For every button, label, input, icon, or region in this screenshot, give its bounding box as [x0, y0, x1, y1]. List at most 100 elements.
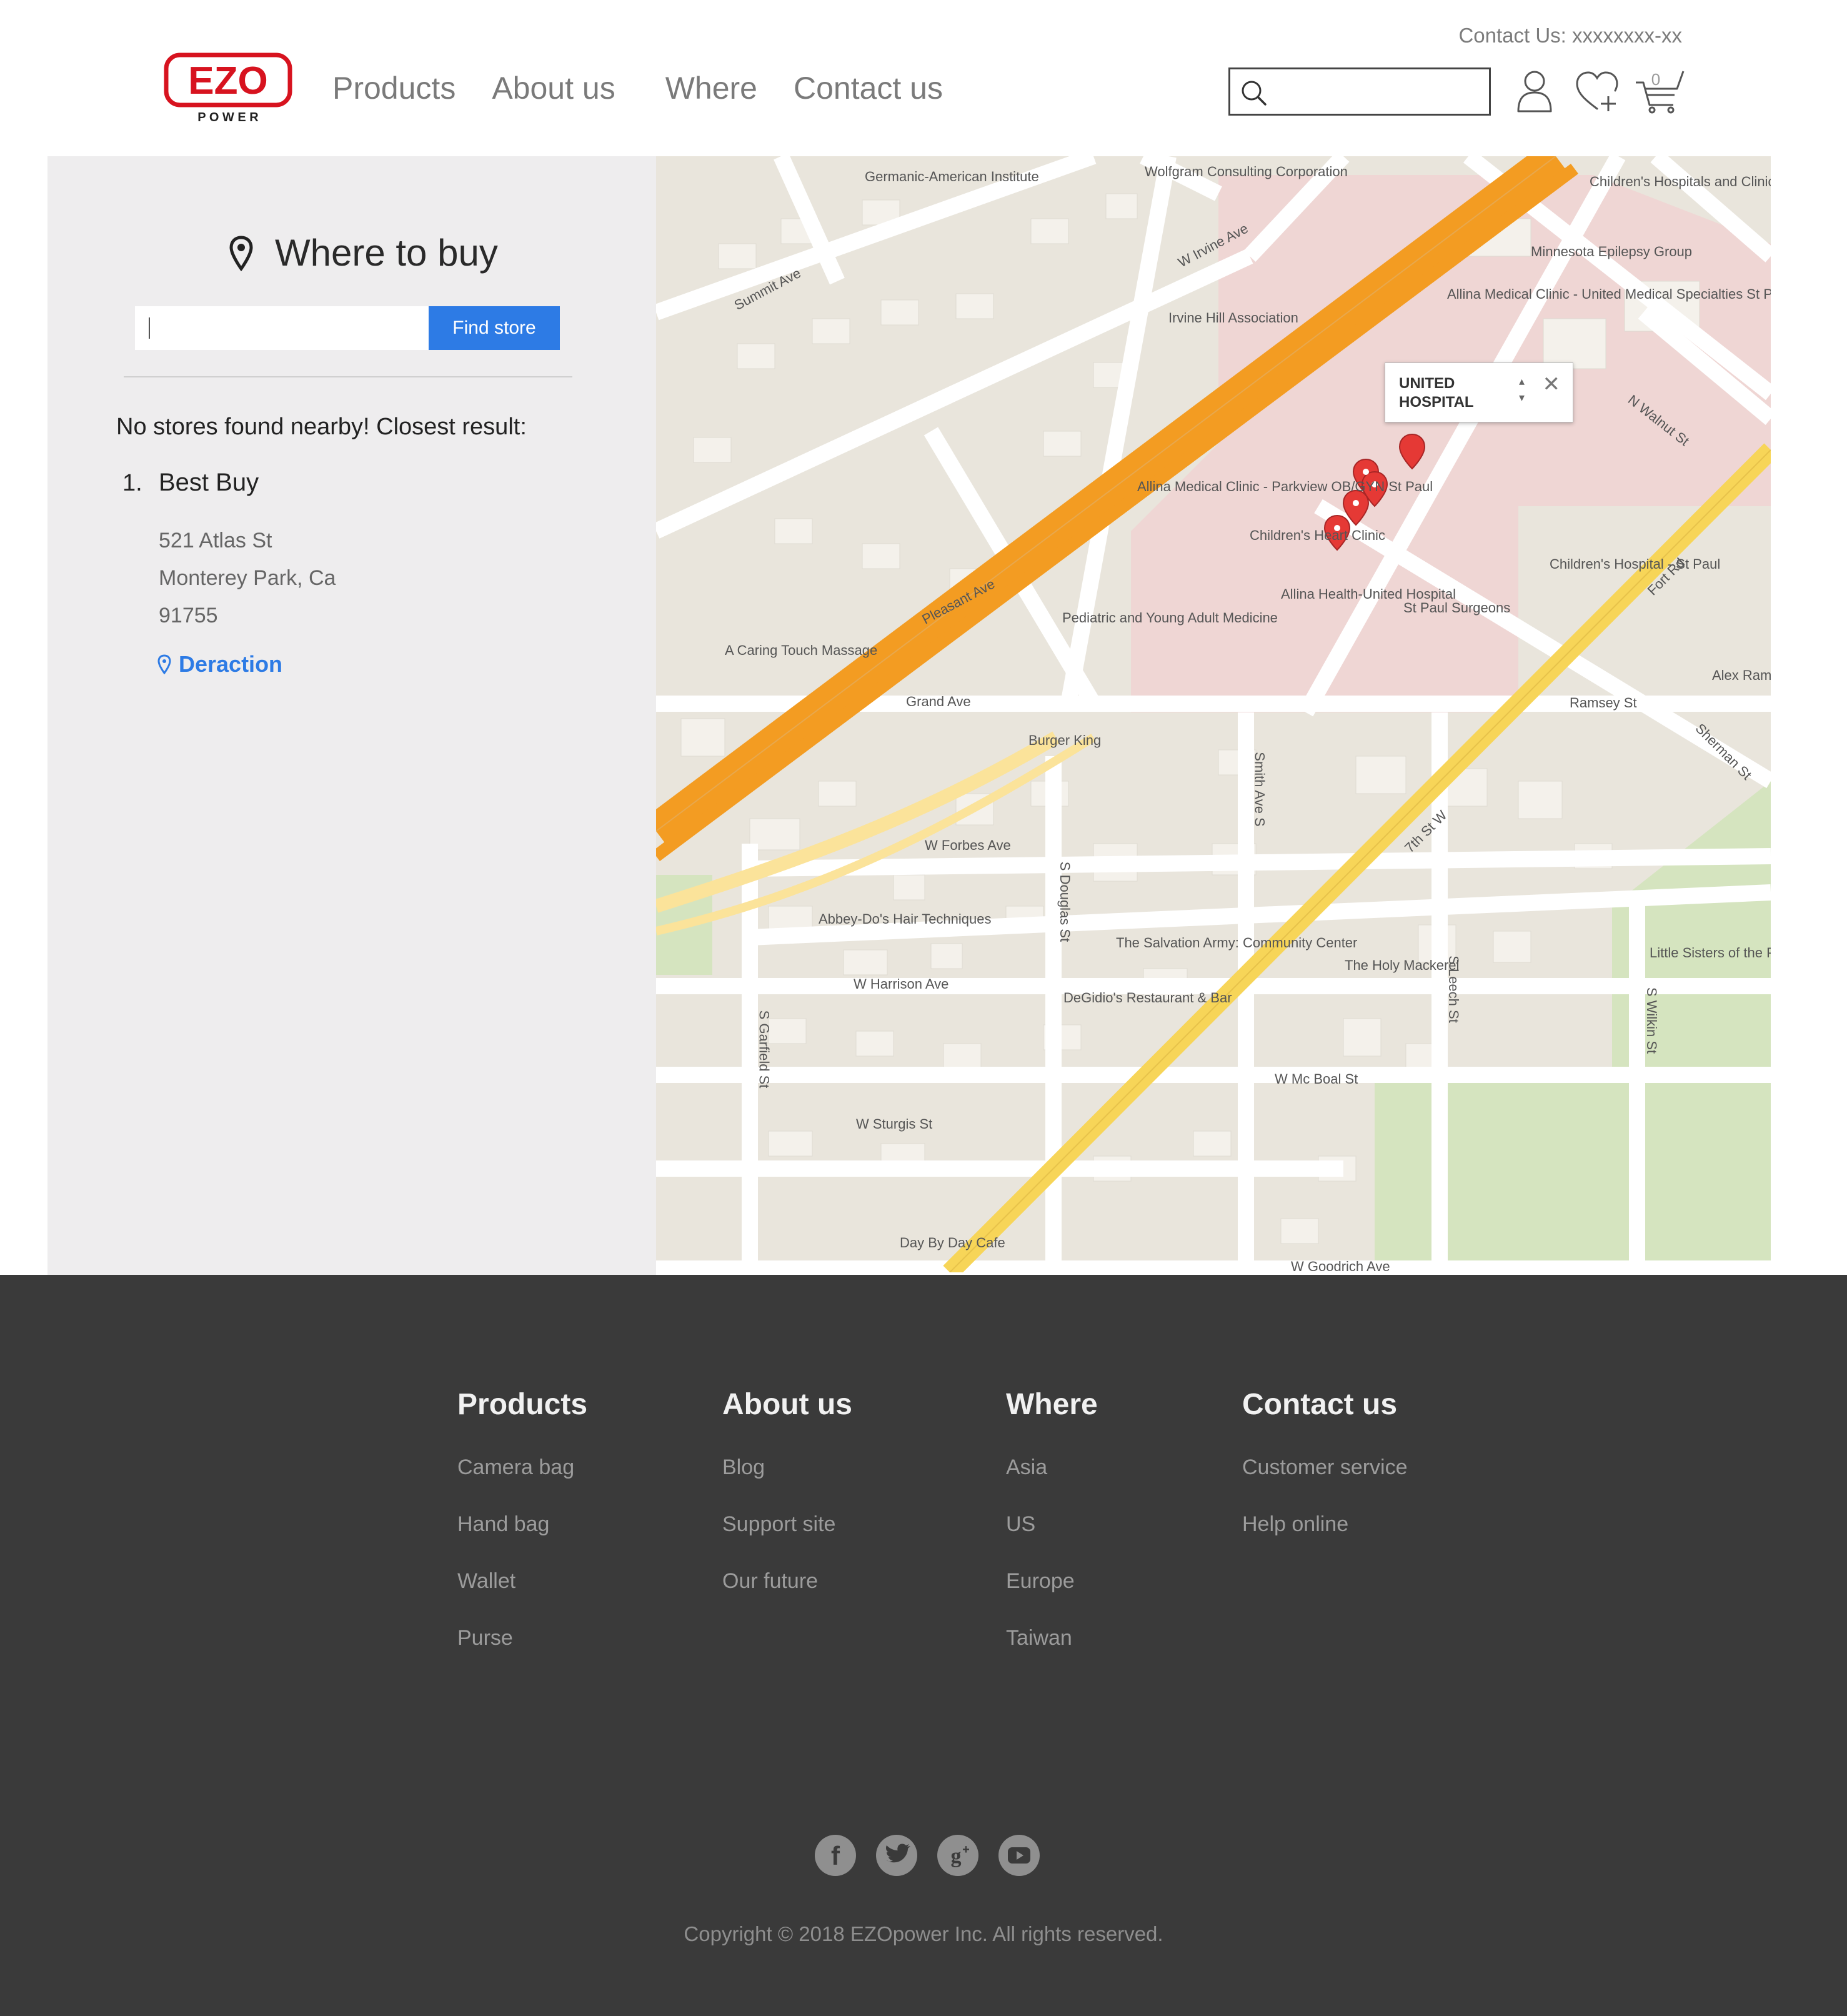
footer-link[interactable]: Customer service	[1242, 1455, 1408, 1480]
map-label: Children's Heart Clinic	[1250, 527, 1385, 543]
user-account-icon[interactable]	[1511, 67, 1558, 115]
panel-divider	[124, 376, 572, 377]
logo-subtext: P O W E R	[197, 111, 259, 124]
map-label: S Wilkin St	[1644, 987, 1660, 1054]
directions-pin-icon	[157, 654, 171, 674]
footer-col-contact: Contact us Customer service Help online	[1242, 1387, 1408, 1569]
contact-line: Contact Us: xxxxxxxx-xx	[1458, 24, 1682, 47]
footer-link[interactable]: Our future	[722, 1569, 852, 1594]
site-header: Contact Us: xxxxxxxx-xx EZO P O W E R Pr…	[0, 0, 1847, 156]
map-label: Germanic-American Institute	[865, 169, 1039, 184]
main-nav: Products About us Where Contact us	[332, 70, 979, 106]
result-city: Monterey Park, Ca	[159, 566, 336, 590]
footer-heading: Contact us	[1242, 1388, 1398, 1421]
store-search-input[interactable]	[135, 306, 476, 350]
ezo-logo[interactable]: EZO P O W E R	[164, 52, 292, 126]
footer-link[interactable]: Wallet	[457, 1569, 587, 1594]
wishlist-heart-icon[interactable]	[1573, 67, 1621, 115]
cart-count-badge: 0	[1651, 70, 1661, 89]
popup-title: UNITED HOSPITAL	[1399, 375, 1474, 411]
where-to-buy-title: Where to buy	[275, 232, 498, 274]
map-label: St Paul Surgeons	[1403, 600, 1511, 616]
footer-link[interactable]: Hand bag	[457, 1512, 587, 1537]
result-store-name[interactable]: Best Buy	[159, 469, 259, 497]
search-icon[interactable]	[1239, 78, 1269, 108]
map-label: W Sturgis St	[856, 1116, 933, 1132]
map-label: W Mc Boal St	[1275, 1071, 1358, 1087]
footer-col-about: About us Blog Support site Our future	[722, 1387, 852, 1626]
map-label: DeGidio's Restaurant & Bar	[1063, 990, 1232, 1006]
site-footer: Products Camera bag Hand bag Wallet Purs…	[0, 1275, 1847, 2016]
map-label: Alex Ramsey	[1712, 667, 1771, 683]
footer-col-where: Where Asia US Europe Taiwan	[1006, 1387, 1098, 1683]
map-label: S Leech St	[1445, 956, 1461, 1023]
map-label: Allina Medical Clinic - Parkview OB/GYN …	[1137, 479, 1433, 494]
map-label: Children's Hospitals and Clinics of Minn…	[1590, 174, 1771, 189]
map-label: Minnesota Epilepsy Group	[1531, 244, 1693, 259]
map-label: Pediatric and Young Adult Medicine	[1062, 610, 1278, 626]
where-to-buy-heading: Where to buy	[229, 231, 498, 274]
map-label: Allina Medical Clinic - United Medical S…	[1447, 286, 1771, 302]
map-label: Grand Ave	[906, 694, 971, 709]
map-info-popup: UNITED HOSPITAL ▴ ▾ ✕	[1385, 362, 1573, 422]
nav-about-us[interactable]: About us	[492, 70, 615, 106]
map-label: The Salvation Army: Community Center	[1116, 935, 1358, 951]
result-street: 521 Atlas St	[159, 529, 272, 552]
facebook-icon[interactable]: f	[815, 1835, 856, 1876]
popup-scroll-arrows[interactable]: ▴ ▾	[1519, 373, 1525, 406]
location-pin-icon	[229, 235, 253, 271]
footer-link[interactable]: Help online	[1242, 1512, 1408, 1537]
map-label: Smith Ave S	[1252, 752, 1268, 827]
footer-link[interactable]: Purse	[457, 1626, 587, 1650]
nav-products[interactable]: Products	[332, 70, 456, 106]
map-label: W Goodrich Ave	[1291, 1259, 1390, 1272]
google-plus-icon[interactable]: g +	[937, 1835, 978, 1876]
footer-link[interactable]: Blog	[722, 1455, 852, 1480]
svg-text:g: g	[951, 1845, 962, 1868]
map-label: Little Sisters of the Poor	[1650, 945, 1771, 961]
directions-link[interactable]: Deraction	[157, 651, 282, 677]
map-label: A Caring Touch Massage	[725, 642, 878, 658]
footer-heading: Products	[457, 1388, 588, 1421]
map-label: S Douglas St	[1057, 861, 1073, 942]
result-zip: 91755	[159, 604, 218, 627]
map-label: Wolfgram Consulting Corporation	[1145, 164, 1348, 179]
svg-text:f: f	[831, 1841, 840, 1870]
footer-link[interactable]: Support site	[722, 1512, 852, 1537]
footer-link[interactable]: Asia	[1006, 1455, 1098, 1480]
find-store-button[interactable]: Find store	[429, 306, 560, 350]
footer-link[interactable]: US	[1006, 1512, 1098, 1537]
youtube-icon[interactable]	[998, 1835, 1040, 1876]
map-label: W Forbes Ave	[925, 837, 1011, 853]
map-label: Abbey-Do's Hair Techniques	[819, 911, 992, 927]
map-label: Day By Day Cafe	[900, 1235, 1005, 1250]
header-search[interactable]	[1228, 67, 1491, 116]
popup-close-icon[interactable]: ✕	[1543, 372, 1561, 397]
footer-heading: About us	[722, 1388, 852, 1421]
footer-link[interactable]: Europe	[1006, 1569, 1098, 1594]
footer-link[interactable]: Taiwan	[1006, 1626, 1098, 1650]
twitter-icon[interactable]	[876, 1835, 917, 1876]
store-map[interactable]: Germanic-American Institute Wolfgram Con…	[656, 156, 1771, 1272]
text-cursor	[149, 317, 150, 339]
footer-link[interactable]: Camera bag	[457, 1455, 587, 1480]
search-status-text: No stores found nearby! Closest result:	[116, 414, 527, 440]
nav-where[interactable]: Where	[665, 70, 757, 106]
directions-label: Deraction	[179, 651, 283, 677]
svg-text:+: +	[962, 1843, 970, 1857]
map-label: S Garfield St	[756, 1010, 772, 1089]
map-label: Burger King	[1028, 732, 1102, 748]
map-label: The Holy Mackerel	[1345, 957, 1460, 973]
map-label: Ramsey St	[1570, 695, 1637, 711]
nav-contact-us[interactable]: Contact us	[794, 70, 943, 106]
footer-heading: Where	[1006, 1388, 1098, 1421]
store-locator-panel: Where to buy Find store No stores found …	[47, 156, 656, 1275]
map-label: W Harrison Ave	[854, 976, 949, 992]
map-label: Irvine Hill Association	[1168, 310, 1298, 326]
header-search-input[interactable]	[1274, 74, 1480, 111]
copyright-text: Copyright © 2018 EZOpower Inc. All right…	[684, 1922, 1163, 1945]
footer-col-products: Products Camera bag Hand bag Wallet Purs…	[457, 1387, 587, 1683]
logo-text: EZO	[188, 59, 267, 102]
result-number: 1.	[122, 470, 142, 496]
map-label: Children's Hospital - St Paul	[1550, 556, 1721, 572]
